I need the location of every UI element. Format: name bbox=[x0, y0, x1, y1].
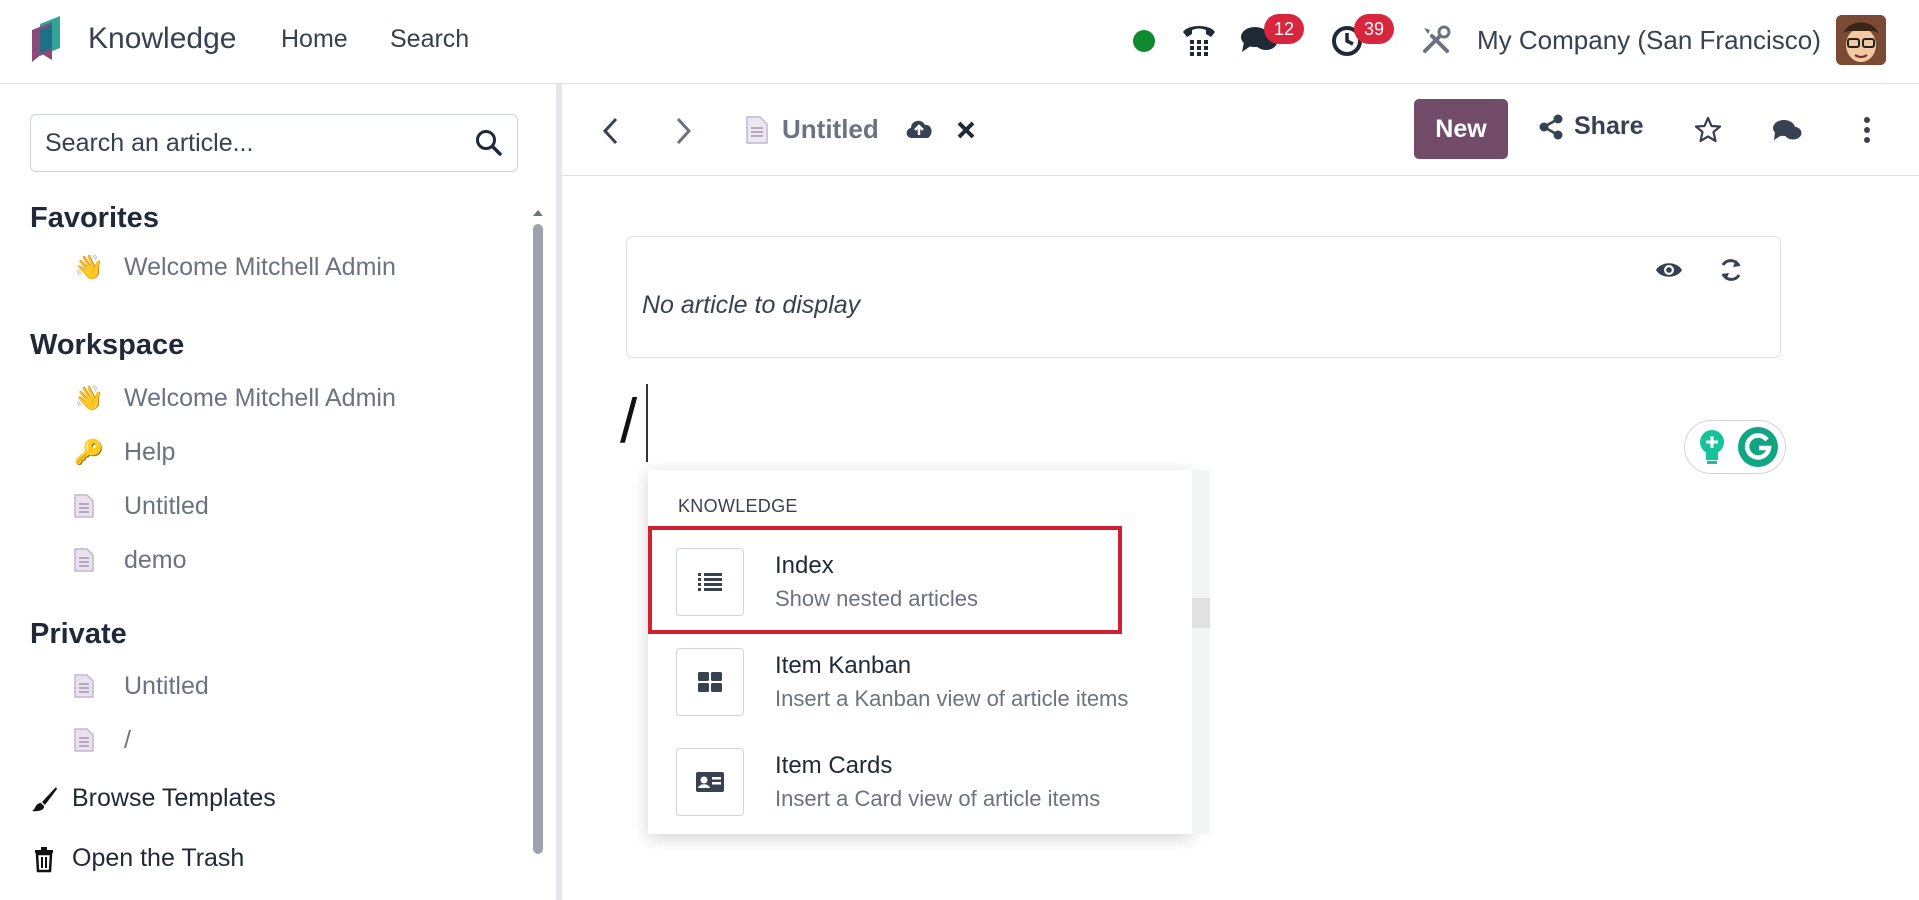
document-icon bbox=[746, 116, 768, 144]
powerbox-menu: KNOWLEDGE Index Show nested articles Ite… bbox=[648, 470, 1192, 834]
kanban-icon bbox=[676, 648, 744, 716]
knowledge-logo-icon[interactable] bbox=[30, 16, 66, 66]
open-trash-button[interactable]: Open the Trash bbox=[30, 844, 244, 873]
powerbox-scroll-thumb[interactable] bbox=[1192, 598, 1210, 628]
article-search-box[interactable] bbox=[30, 114, 518, 172]
private-item-slash[interactable]: / bbox=[74, 720, 131, 760]
command-name: Item Cards bbox=[775, 752, 893, 779]
favorites-title: Favorites bbox=[30, 202, 159, 234]
cloud-upload-save-icon[interactable] bbox=[904, 116, 934, 142]
private-item-label: Untitled bbox=[124, 671, 209, 700]
presence-status-icon[interactable] bbox=[1133, 30, 1155, 52]
messages-badge: 12 bbox=[1264, 14, 1304, 44]
knowledge-sidebar: Favorites 👋 Welcome Mitchell Admin Works… bbox=[0, 84, 556, 900]
back-arrow-icon[interactable] bbox=[600, 116, 622, 146]
settings-tools-icon[interactable] bbox=[1420, 24, 1452, 56]
new-article-button[interactable]: New bbox=[1414, 99, 1508, 159]
document-icon bbox=[74, 674, 124, 698]
refresh-icon[interactable] bbox=[1719, 257, 1743, 283]
article-title-breadcrumb[interactable]: Untitled bbox=[782, 114, 879, 145]
share-button[interactable]: Share bbox=[1538, 112, 1643, 141]
workspace-item-label: Untitled bbox=[124, 491, 209, 520]
powerbox-category-label: KNOWLEDGE bbox=[678, 496, 798, 516]
document-icon bbox=[74, 494, 124, 518]
activities-badge: 39 bbox=[1354, 14, 1394, 44]
user-avatar[interactable] bbox=[1836, 15, 1886, 65]
lightbulb-icon bbox=[1700, 430, 1724, 464]
workspace-item-label: demo bbox=[124, 545, 187, 574]
waving-hand-icon: 👋 bbox=[74, 253, 104, 281]
command-name: Index bbox=[775, 552, 834, 579]
list-icon bbox=[676, 548, 744, 616]
nav-home-link[interactable]: Home bbox=[281, 25, 348, 54]
waving-hand-icon: 👋 bbox=[74, 384, 104, 412]
powerbox-command-item-cards[interactable]: Item Cards Insert a Card view of article… bbox=[648, 728, 1192, 828]
sidebar-resize-handle[interactable] bbox=[556, 84, 562, 900]
share-label: Share bbox=[1574, 112, 1644, 140]
grammarly-g-icon bbox=[1738, 427, 1778, 467]
app-name[interactable]: Knowledge bbox=[88, 22, 236, 56]
sidebar-scroll-thumb[interactable] bbox=[533, 224, 543, 854]
more-options-icon[interactable] bbox=[1862, 116, 1872, 144]
company-switcher[interactable]: My Company (San Francisco) bbox=[1477, 25, 1821, 56]
powerbox-command-item-kanban[interactable]: Item Kanban Insert a Kanban view of arti… bbox=[648, 628, 1192, 728]
document-icon bbox=[74, 548, 124, 572]
workspace-title: Workspace bbox=[30, 329, 185, 361]
command-name: Item Kanban bbox=[775, 652, 912, 679]
search-icon[interactable] bbox=[475, 129, 503, 157]
powerbox-scrollbar[interactable] bbox=[1192, 470, 1210, 834]
trash-icon bbox=[35, 846, 53, 872]
user-face-icon bbox=[1836, 15, 1886, 65]
workspace-item-untitled[interactable]: Untitled bbox=[74, 486, 209, 526]
editor-typed-text[interactable]: / bbox=[620, 386, 637, 457]
card-icon bbox=[676, 748, 744, 816]
command-description: Show nested articles bbox=[775, 586, 978, 611]
workspace-item-help[interactable]: 🔑 Help bbox=[74, 432, 175, 472]
favorite-star-icon[interactable] bbox=[1694, 116, 1722, 144]
text-cursor bbox=[646, 384, 648, 462]
document-icon bbox=[74, 728, 124, 752]
private-item-untitled[interactable]: Untitled bbox=[74, 666, 209, 706]
nav-search-link[interactable]: Search bbox=[390, 25, 469, 54]
browse-templates-button[interactable]: Browse Templates bbox=[30, 784, 276, 813]
paintbrush-icon bbox=[32, 786, 57, 811]
workspace-item-demo[interactable]: demo bbox=[74, 540, 187, 580]
grammarly-widget[interactable] bbox=[1684, 420, 1786, 474]
workspace-item-welcome[interactable]: 👋 Welcome Mitchell Admin bbox=[74, 378, 396, 418]
command-description: Insert a Card view of article items bbox=[775, 786, 1101, 811]
private-item-label: / bbox=[124, 725, 131, 754]
comments-icon[interactable] bbox=[1772, 118, 1802, 144]
private-title: Private bbox=[30, 618, 127, 650]
key-icon: 🔑 bbox=[74, 438, 104, 466]
favorite-item-label: Welcome Mitchell Admin bbox=[124, 252, 396, 281]
forward-arrow-icon[interactable] bbox=[672, 116, 694, 146]
browse-templates-label: Browse Templates bbox=[72, 784, 276, 812]
eye-preview-icon[interactable] bbox=[1655, 259, 1683, 281]
top-navbar: Knowledge Home Search 12 39 My Company (… bbox=[0, 0, 1919, 84]
discard-close-icon[interactable] bbox=[956, 120, 976, 140]
workspace-item-label: Welcome Mitchell Admin bbox=[124, 383, 396, 412]
embedded-article-index: No article to display bbox=[626, 236, 1781, 358]
phone-icon[interactable] bbox=[1180, 22, 1218, 58]
open-trash-label: Open the Trash bbox=[72, 844, 245, 872]
command-description: Insert a Kanban view of article items bbox=[775, 686, 1129, 711]
favorite-item-welcome[interactable]: 👋 Welcome Mitchell Admin bbox=[74, 247, 396, 287]
workspace-item-label: Help bbox=[124, 437, 176, 466]
no-article-message: No article to display bbox=[642, 291, 861, 319]
article-search-input[interactable] bbox=[45, 115, 445, 171]
powerbox-command-index[interactable]: Index Show nested articles bbox=[648, 528, 1192, 628]
share-icon bbox=[1539, 114, 1563, 139]
